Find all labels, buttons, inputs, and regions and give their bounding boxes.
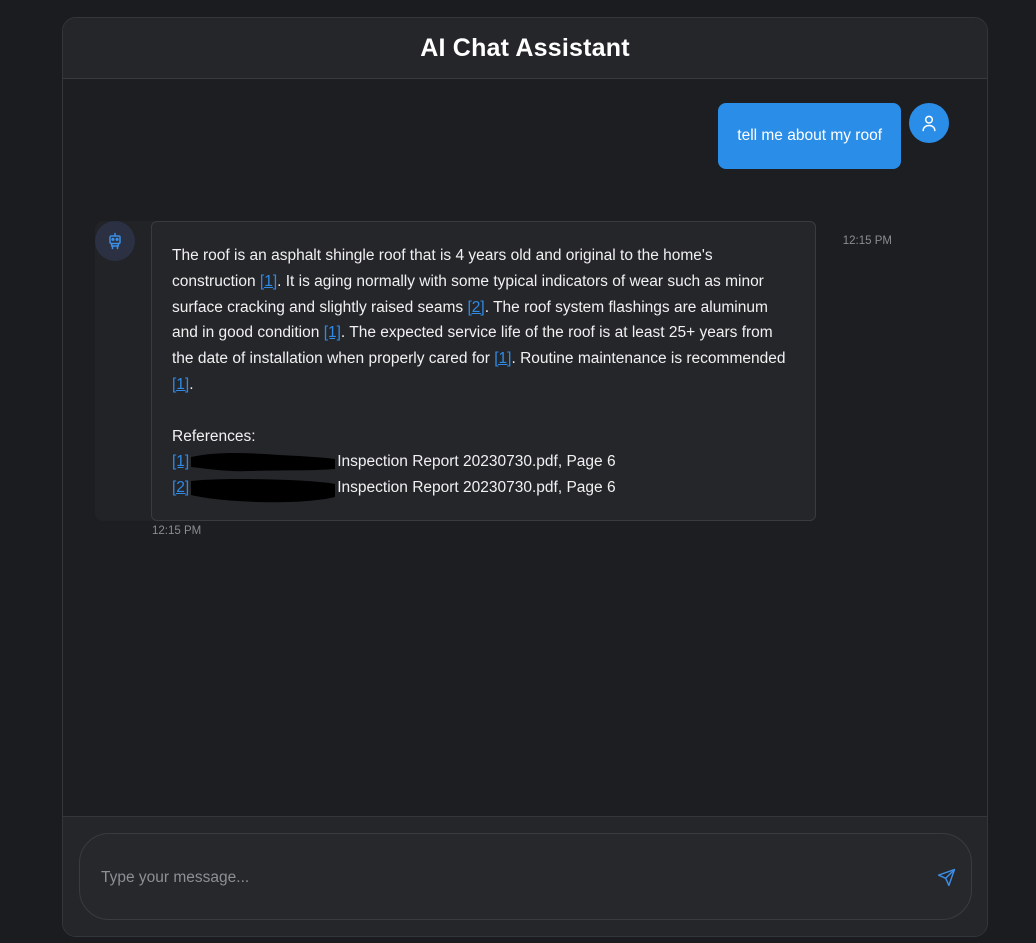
citation-link[interactable]: [1]	[494, 350, 511, 367]
message-text-segment: .	[189, 375, 194, 393]
assistant-message-bubble: The roof is an asphalt shingle roof that…	[151, 221, 816, 521]
assistant-message-rail	[95, 221, 155, 521]
send-icon	[937, 868, 955, 886]
message-composer	[63, 816, 987, 936]
reference-text: Inspection Report 20230730.pdf, Page 6	[337, 453, 616, 471]
assistant-message-timestamp: 12:15 PM	[152, 525, 202, 537]
reference-link[interactable]: [1]	[172, 453, 189, 470]
redaction-mark	[189, 479, 337, 503]
user-message-bubble: tell me about my roof	[718, 103, 901, 169]
reference-link[interactable]: [2]	[172, 479, 189, 496]
message-input[interactable]	[99, 834, 923, 921]
message-text-segment: . Routine maintenance is recommended	[511, 350, 786, 368]
chat-window: AI Chat Assistant tell me about my roof …	[62, 17, 988, 937]
citation-link[interactable]: [1]	[260, 273, 277, 290]
assistant-message-text: The roof is an asphalt shingle roof that…	[172, 243, 795, 398]
assistant-avatar	[95, 221, 135, 261]
redaction-mark	[189, 453, 337, 472]
user-icon	[922, 115, 936, 132]
message-input-wrapper[interactable]	[79, 833, 972, 921]
message-list[interactable]: tell me about my roof 12:15 PM The roof …	[63, 79, 987, 818]
user-avatar	[909, 103, 949, 143]
user-message-timestamp: 12:15 PM	[842, 235, 892, 247]
reference-item: [1] Inspection Report 20230730.pdf, Page …	[172, 449, 795, 475]
references-section: References: [1] Inspection Report 2023073…	[172, 424, 795, 503]
send-button[interactable]	[935, 866, 957, 888]
citation-link[interactable]: [2]	[468, 299, 485, 316]
citation-link[interactable]: [1]	[172, 376, 189, 393]
references-label: References:	[172, 427, 256, 445]
robot-icon	[109, 232, 121, 250]
chat-header: AI Chat Assistant	[63, 18, 987, 79]
page-title: AI Chat Assistant	[420, 33, 630, 62]
reference-item: [2] Inspection Report 20230730.pdf, Page …	[172, 475, 795, 503]
citation-link[interactable]: [1]	[324, 324, 341, 341]
reference-text: Inspection Report 20230730.pdf, Page 6	[337, 479, 616, 497]
user-message: tell me about my roof	[718, 103, 949, 169]
